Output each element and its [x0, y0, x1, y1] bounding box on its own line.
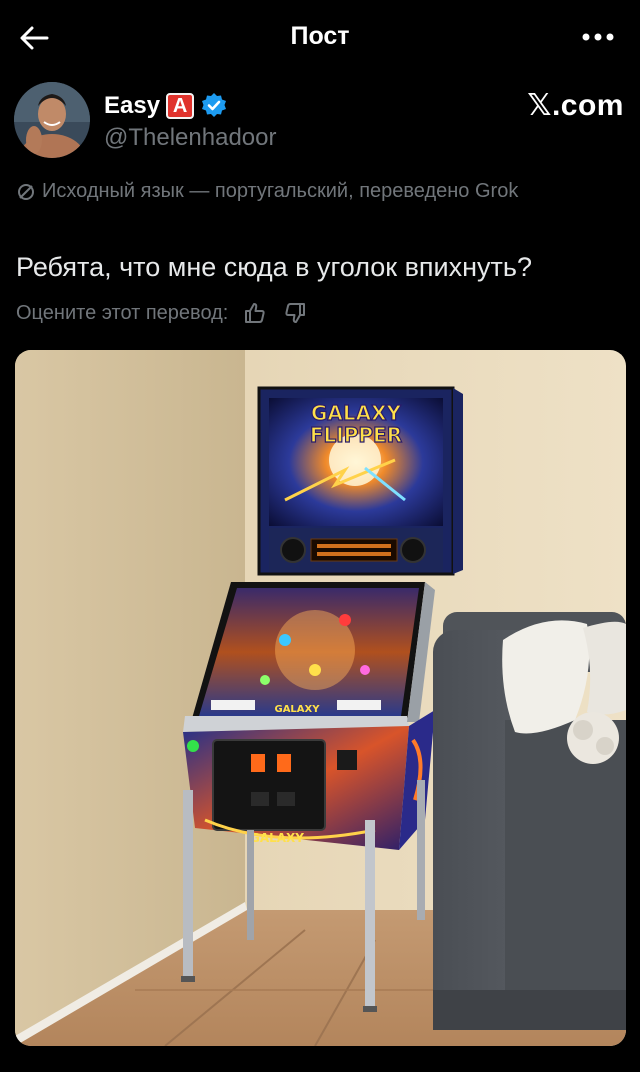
translation-note-text: Исходный язык — португальский, переведен…: [42, 180, 519, 202]
source-watermark: 𝕏.com: [527, 89, 624, 122]
rate-translation: Оцените этот перевод:: [16, 300, 308, 326]
user-handle[interactable]: @Thelenhadoor: [104, 124, 276, 152]
post-author: Easy A @Thelenhadoor 𝕏.com: [14, 82, 626, 162]
translation-note: Исходный язык — португальский, переведен…: [16, 180, 518, 203]
more-horizontal-icon: [582, 33, 614, 41]
name-row: Easy A: [104, 92, 228, 120]
avatar-image: [14, 82, 90, 158]
avatar[interactable]: [14, 82, 90, 158]
thumbs-down-icon: [285, 303, 306, 323]
pinball-photo: GALAXY FLIPPER GALAXY GALAXY: [15, 350, 626, 1046]
page-title: Пост: [290, 22, 350, 50]
dislike-translation-button[interactable]: [282, 300, 308, 326]
marquee-title-1: GALAXY: [311, 401, 402, 425]
apron-logo: GALAXY: [274, 704, 320, 715]
marquee-title-2: FLIPPER: [310, 423, 402, 447]
post-text: Ребята, что мне сюда в уголок впихнуть?: [16, 252, 532, 282]
display-name[interactable]: Easy: [104, 92, 160, 120]
post-image[interactable]: GALAXY FLIPPER GALAXY GALAXY: [15, 350, 626, 1046]
verified-badge-icon: [202, 93, 227, 117]
like-translation-button[interactable]: [242, 300, 268, 326]
more-button[interactable]: [576, 20, 620, 54]
letter-badge: A: [166, 93, 195, 119]
rate-translation-label: Оцените этот перевод:: [16, 301, 229, 324]
cabinet-logo: GALAXY: [250, 831, 304, 845]
thumbs-up-icon: [245, 303, 265, 323]
top-bar: Пост: [0, 0, 640, 72]
translate-icon: [18, 183, 34, 200]
